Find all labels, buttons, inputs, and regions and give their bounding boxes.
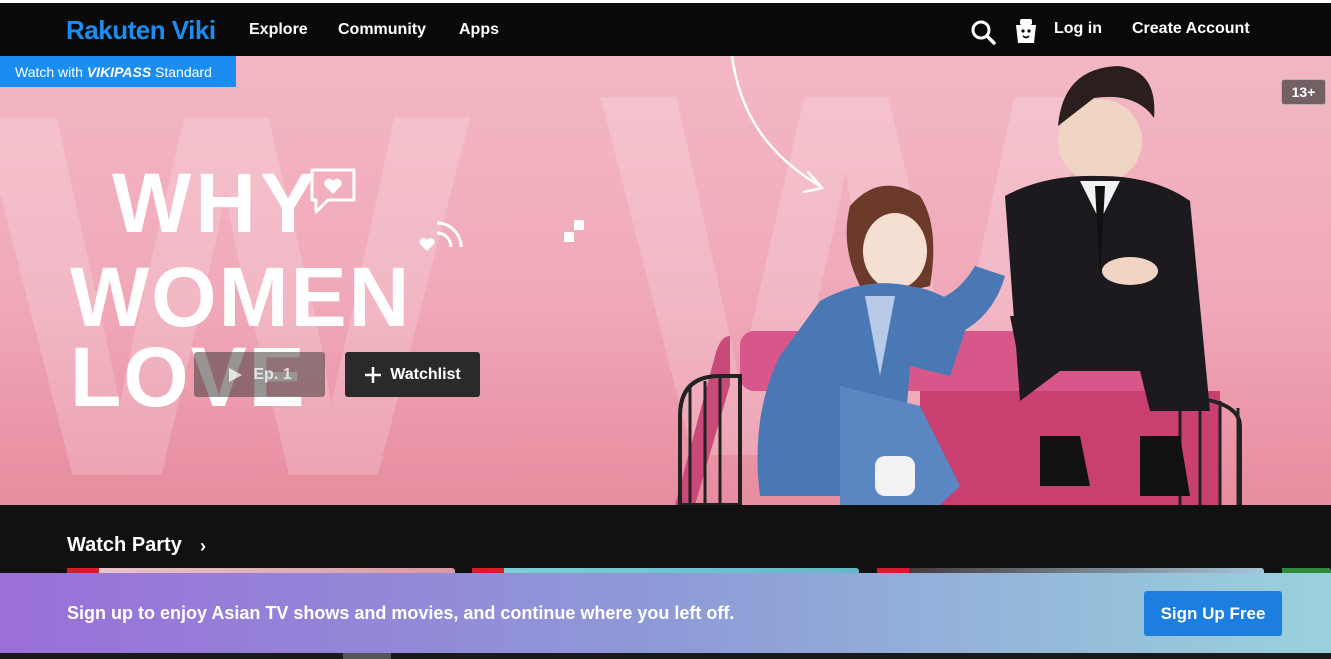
page-bottom-strip: [0, 653, 1331, 659]
nav-community[interactable]: Community: [338, 21, 426, 39]
login-link[interactable]: Log in: [1054, 20, 1102, 38]
show-title-line1: WHY: [112, 156, 320, 250]
play-icon: [229, 367, 243, 382]
vikipass-prefix: Watch with: [15, 64, 87, 80]
play-episode-button[interactable]: Ep. 1: [194, 352, 325, 397]
play-episode-label: Ep. 1: [253, 365, 292, 383]
sign-up-free-button[interactable]: Sign Up Free: [1144, 591, 1282, 636]
vikipass-suffix: Standard: [151, 64, 212, 80]
signup-banner: Sign up to enjoy Asian TV shows and movi…: [0, 573, 1331, 653]
plus-icon: [365, 366, 382, 383]
hero-cast-image: [675, 66, 1242, 505]
watchlist-label: Watchlist: [390, 365, 461, 383]
nav-apps[interactable]: Apps: [459, 21, 499, 39]
create-account-link[interactable]: Create Account: [1132, 20, 1250, 38]
signup-banner-text: Sign up to enjoy Asian TV shows and movi…: [67, 603, 735, 623]
signal-heart-icon: [419, 221, 463, 251]
nav-explore[interactable]: Explore: [249, 21, 308, 39]
watch-party-heading[interactable]: Watch Party: [67, 534, 182, 557]
search-icon[interactable]: [970, 19, 996, 45]
chevron-right-icon[interactable]: ›: [200, 536, 206, 557]
add-to-watchlist-button[interactable]: Watchlist: [345, 352, 480, 397]
hero-banner[interactable]: W W Watch with VIKIPASS Standard 13+ WHY…: [0, 56, 1331, 505]
age-rating-badge: 13+: [1281, 79, 1326, 105]
rakuten-viki-logo[interactable]: Rakuten Viki: [66, 15, 216, 46]
top-navigation: Rakuten Viki Explore Community Apps Log …: [0, 0, 1331, 56]
vikipass-badge[interactable]: Watch with VIKIPASS Standard: [0, 56, 236, 87]
carousel-scroll-indicator[interactable]: [343, 653, 391, 659]
heart-speech-bubble-icon: [310, 168, 356, 214]
vikipass-brand: VIKIPASS: [86, 64, 152, 80]
pixel-decoration: [564, 220, 584, 242]
kids-mode-icon[interactable]: [1014, 17, 1038, 45]
